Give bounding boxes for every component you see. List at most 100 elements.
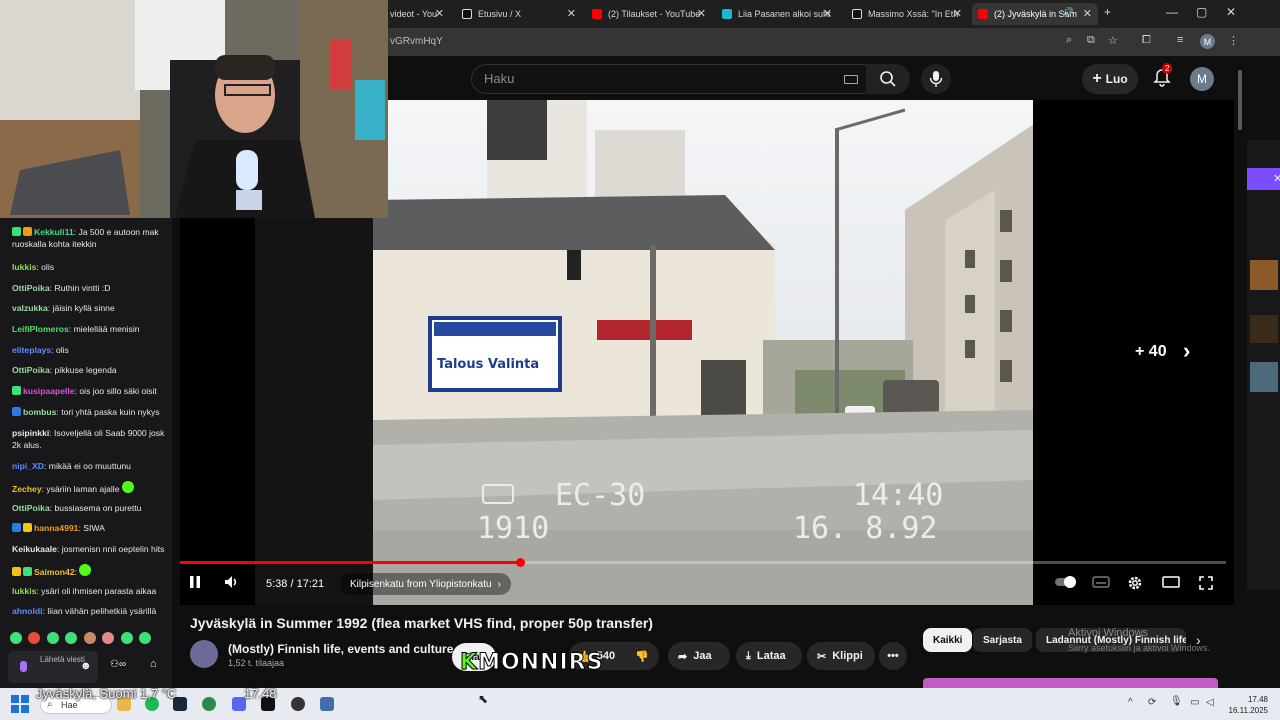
chat-username[interactable]: Keikukaale (12, 544, 57, 554)
channel-name[interactable]: (Mostly) Finnish life, events and cultur… (228, 642, 453, 656)
zoom-icon[interactable]: ⌕ (1066, 34, 1072, 47)
display-icon[interactable]: ▭ (1190, 697, 1199, 708)
chat-username[interactable]: hanna4991 (34, 523, 78, 533)
chapter-button[interactable]: Kilpisenkatu from Yliopistonkatu › (340, 573, 511, 595)
emote-icon[interactable] (120, 632, 133, 644)
network-icon[interactable]: ⟳ (1148, 697, 1156, 708)
bookmark-star-icon[interactable]: ☆ (1108, 34, 1118, 47)
install-app-icon[interactable]: ⧉ (1087, 34, 1095, 47)
browser-tab[interactable]: Massimo Xssä: "In Eth ✕ (846, 3, 968, 25)
chat-username[interactable]: Zechey (12, 484, 42, 494)
media-controls-icon[interactable]: ≡ (1177, 34, 1183, 46)
game-thumbnail[interactable] (1250, 315, 1278, 343)
minimize-icon[interactable]: — (1166, 5, 1178, 19)
taskbar-clock[interactable]: 17.48 16.11.2025 (1222, 694, 1268, 716)
chat-username[interactable]: nipi_XD (12, 461, 44, 471)
more-actions-button[interactable]: ••• (879, 642, 907, 670)
close-tab-icon[interactable]: ✕ (697, 7, 706, 20)
emoji-icon[interactable]: ☻ (80, 660, 92, 672)
pause-button[interactable] (188, 575, 202, 592)
close-tab-icon[interactable]: ✕ (953, 7, 962, 20)
chat-username[interactable]: psipinkki (12, 428, 49, 438)
theater-mode-button[interactable] (1162, 575, 1180, 592)
url-field[interactable]: vGRvmHqY (390, 36, 443, 47)
game-thumbnail[interactable] (1250, 260, 1278, 290)
chat-username[interactable]: Saimon42 (34, 567, 75, 577)
account-avatar[interactable]: M (1190, 67, 1214, 91)
chrome-icon[interactable] (202, 697, 216, 711)
maximize-icon[interactable]: ▢ (1196, 5, 1207, 19)
chip-all[interactable]: Kaikki (923, 628, 973, 652)
search-button[interactable] (866, 64, 910, 94)
audio-playing-icon[interactable]: 🔊 (1063, 7, 1074, 18)
chat-username[interactable]: valzukka (12, 303, 48, 313)
chat-username[interactable]: OttiPoika (12, 503, 50, 513)
close-tab-icon[interactable]: ✕ (1083, 7, 1092, 20)
voice-search-button[interactable] (921, 64, 951, 94)
chip-series[interactable]: Sarjasta (973, 628, 1032, 652)
close-icon[interactable]: ✕ (1273, 172, 1280, 185)
gift-icon[interactable]: ⌂ (150, 658, 157, 670)
chat-input[interactable]: Lähetä viesti ☻ (8, 651, 98, 683)
close-tab-icon[interactable]: ✕ (823, 7, 832, 20)
tray-chevron-up-icon[interactable]: ^ (1128, 697, 1133, 708)
channel-avatar[interactable] (190, 640, 218, 668)
game-thumbnail[interactable] (1250, 362, 1278, 392)
emote-icon[interactable] (102, 632, 115, 644)
chat-username[interactable]: ahnoldi (12, 606, 43, 616)
notifications-button[interactable]: 2 (1150, 63, 1174, 90)
menu-kebab-icon[interactable]: ⋮ (1228, 34, 1239, 47)
browser-tab-active[interactable]: (2) Jyväskylä in Sum 🔊 ✕ (972, 3, 1098, 25)
chat-username[interactable]: OttiPoika (12, 283, 50, 293)
chat-username[interactable]: Kekkuli11 (34, 227, 74, 237)
chat-username[interactable]: kusipaapelle (23, 386, 75, 396)
thumbs-down-icon[interactable]: 👎 (635, 650, 649, 663)
fullscreen-button[interactable] (1198, 575, 1214, 594)
browser-tab[interactable]: videot - You ✕ (384, 3, 450, 25)
emote-icon[interactable] (10, 632, 22, 644)
emote-icon[interactable] (139, 632, 152, 644)
clip-button[interactable]: ✂ Klippi (807, 642, 875, 670)
settings-button[interactable] (1127, 575, 1143, 594)
autoplay-toggle[interactable] (1054, 575, 1078, 592)
browser-tab[interactable]: (2) Tilaukset - YouTube ✕ (586, 3, 712, 25)
browser-tab[interactable]: Etusivu / X ✕ (456, 3, 582, 25)
close-tab-icon[interactable]: ✕ (567, 7, 576, 20)
chat-badge-icon (23, 523, 32, 532)
close-tab-icon[interactable]: ✕ (435, 7, 444, 20)
chat-username[interactable]: bombus (23, 407, 56, 417)
create-button[interactable]: + Luo (1082, 64, 1138, 94)
emote-icon[interactable] (28, 632, 41, 644)
chat-username[interactable]: lukkis (12, 586, 36, 596)
emote-icon[interactable] (65, 632, 78, 644)
keyboard-icon[interactable] (844, 75, 858, 84)
captions-button[interactable] (1092, 575, 1110, 592)
chat-username[interactable]: lukkis (12, 262, 36, 272)
emote-icon[interactable] (83, 632, 96, 644)
chat-username[interactable]: LeifiPlomeros (12, 324, 69, 334)
extensions-icon[interactable]: ⧠ (1142, 34, 1151, 47)
chat-username[interactable]: OttiPoika (12, 365, 50, 375)
page-scrollbar[interactable] (1238, 70, 1242, 130)
profile-avatar[interactable]: M (1200, 34, 1215, 49)
chevron-right-icon[interactable]: › (1183, 338, 1190, 364)
search-input[interactable] (484, 71, 814, 86)
obs-icon[interactable] (291, 697, 305, 711)
close-window-icon[interactable]: ✕ (1226, 5, 1236, 19)
volume-button[interactable] (224, 575, 240, 592)
progress-bar[interactable] (180, 558, 1226, 567)
calculator-icon[interactable] (320, 697, 334, 711)
chat-username[interactable]: eliteplays (12, 345, 51, 355)
microphone-tray-icon[interactable]: 🎙 (1170, 696, 1183, 707)
download-button[interactable]: ⤓ Lataa (736, 642, 802, 670)
emote-icon[interactable] (46, 632, 59, 644)
seek-forward-label[interactable]: + 40 (1135, 343, 1167, 361)
speaker-icon[interactable]: ◁ (1206, 697, 1214, 708)
share-button[interactable]: ➦ Jaa (668, 642, 730, 670)
browser-tab[interactable]: Liia Pasanen alkoi suht ✕ (716, 3, 838, 25)
chat-users-icon[interactable]: ⚇∞ (110, 659, 126, 670)
new-tab-icon[interactable]: + (1104, 5, 1111, 19)
recommended-thumbnail[interactable] (923, 678, 1218, 688)
windows-start-icon[interactable] (10, 694, 30, 714)
scrubber-handle[interactable] (516, 558, 525, 567)
